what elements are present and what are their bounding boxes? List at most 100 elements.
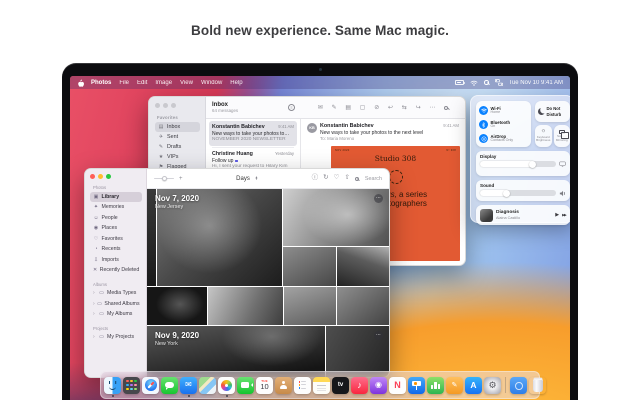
view-mode-label[interactable]: Days (236, 176, 250, 182)
menubar-item-file[interactable]: File (119, 80, 129, 86)
mail-sidebar-item-drafts[interactable]: ✎Drafts (155, 142, 200, 152)
photos-sidebar-item-my-projects[interactable]: ›▭My Projects (90, 332, 142, 343)
photos-sidebar-item-media-types[interactable]: ›▭Media Types (90, 288, 142, 299)
app-store-dock-icon[interactable]: A (465, 377, 482, 394)
fast-forward-icon[interactable]: ▶▶ (562, 213, 566, 217)
system-preferences-dock-icon[interactable]: ⚙ (484, 377, 501, 394)
share-icon[interactable]: ⇧ (344, 175, 349, 182)
photos-sidebar-item-places[interactable]: ◉Places (90, 223, 142, 234)
archive-icon[interactable]: ▤ (345, 105, 351, 111)
wifi-menu-icon[interactable] (470, 80, 478, 86)
music-module[interactable]: Diagnosis Alaina Castillo ▶ ▶▶ (476, 205, 570, 225)
filter-icon[interactable]: ≡ (288, 104, 295, 111)
reply-icon[interactable]: ↩ (388, 105, 393, 111)
photos-sidebar-item-people[interactable]: ☺People (90, 213, 142, 224)
menubar-item-window[interactable]: Window (201, 80, 222, 86)
more-options-icon[interactable]: ⋯ (374, 331, 383, 340)
photo-thumbnail[interactable] (337, 247, 389, 286)
photos-window[interactable]: Photos▣Library✦Memories☺People◉Places♡Fa… (84, 168, 390, 378)
search-icon[interactable] (355, 177, 359, 181)
chevron-right-icon[interactable]: › (93, 301, 95, 307)
mail-sidebar-item-vips[interactable]: ★VIPs (155, 152, 200, 162)
notes-dock-icon[interactable] (313, 377, 330, 394)
airdrop-toggle[interactable]: AirDropContacts Only (479, 132, 531, 146)
control-center-icon[interactable] (495, 79, 503, 86)
trash-dock-icon[interactable] (529, 377, 546, 394)
menubar-item-help[interactable]: Help (230, 80, 242, 86)
zoom-in-icon[interactable]: + (179, 176, 183, 182)
pages-dock-icon[interactable]: ✎ (446, 377, 463, 394)
finder-dock-icon[interactable] (104, 377, 121, 394)
delete-icon[interactable]: ▢ (360, 105, 366, 111)
menubar-item-photos[interactable]: Photos (91, 80, 111, 86)
mail-sidebar-item-sent[interactable]: ✈Sent (155, 132, 200, 142)
keyboard-brightness-button[interactable]: ☼ Keyboard Brightness (535, 125, 552, 147)
screen-mirroring-button[interactable]: Screen Mirroring (554, 125, 571, 147)
junk-icon[interactable]: ⊘ (374, 105, 379, 111)
display-brightness-slider[interactable] (480, 161, 556, 167)
more-icon[interactable]: ⋯ (429, 105, 435, 111)
menu-clock[interactable]: Tue Nov 10 9:41 AM (509, 80, 563, 86)
view-stepper[interactable]: ▲▼ (255, 177, 258, 181)
numbers-dock-icon[interactable] (427, 377, 444, 394)
photos-sidebar-item-shared-albums[interactable]: ›▭Shared Albums (90, 299, 142, 310)
search-label[interactable]: Search (365, 176, 382, 182)
photos-dock-icon[interactable] (218, 377, 235, 394)
maps-dock-icon[interactable] (199, 377, 216, 394)
compose-icon[interactable]: ✎ (332, 105, 337, 111)
reminders-dock-icon[interactable] (294, 377, 311, 394)
more-options-icon[interactable]: ⋯ (374, 194, 383, 203)
launchpad-dock-icon[interactable] (123, 377, 140, 394)
mail-dock-icon[interactable]: ✉ (180, 377, 197, 394)
photo-thumbnail[interactable] (147, 287, 207, 325)
calendar-dock-icon[interactable]: TUE10 (256, 377, 273, 394)
messages-dock-icon[interactable] (161, 377, 178, 394)
reply-all-icon[interactable]: ⇆ (402, 105, 407, 111)
tv-dock-icon[interactable]: tv (332, 377, 349, 394)
photos-sidebar-item-recently-deleted[interactable]: ✕Recently Deleted (90, 265, 142, 276)
photo-thumbnail[interactable] (284, 287, 336, 325)
music-dock-icon[interactable]: ♪ (351, 377, 368, 394)
mail-sidebar-item-inbox[interactable]: ▤Inbox (155, 122, 200, 132)
contacts-dock-icon[interactable] (275, 377, 292, 394)
volume-slider[interactable] (480, 190, 556, 196)
photos-sidebar-item-memories[interactable]: ✦Memories (90, 202, 142, 213)
photos-sidebar-item-favorites[interactable]: ♡Favorites (90, 234, 142, 245)
photos-sidebar-item-library[interactable]: ▣Library (90, 192, 142, 203)
rotate-icon[interactable]: ↻ (323, 175, 328, 182)
forward-icon[interactable]: ↪ (416, 105, 421, 111)
menubar-item-edit[interactable]: Edit (137, 80, 147, 86)
chevron-right-icon[interactable]: › (93, 311, 96, 317)
info-icon[interactable]: ⓘ (312, 175, 319, 182)
news-dock-icon[interactable]: N (389, 377, 406, 394)
bluetooth-toggle[interactable]: BluetoothOn (479, 118, 531, 132)
photos-window-controls[interactable] (90, 174, 146, 179)
apple-menu-icon[interactable] (77, 79, 84, 87)
downloads-dock-icon[interactable] (510, 377, 527, 394)
spotlight-icon[interactable] (484, 80, 489, 85)
message-list-item[interactable]: Konstantin Babichev9:41 AMNew ways to ta… (209, 121, 297, 146)
facetime-dock-icon[interactable] (237, 377, 254, 394)
safari-dock-icon[interactable] (142, 377, 159, 394)
favorite-icon[interactable]: ♡ (334, 175, 340, 182)
menubar-item-image[interactable]: Image (155, 80, 172, 86)
zoom-slider[interactable] (154, 178, 174, 180)
menubar-item-view[interactable]: View (180, 80, 193, 86)
new-message-icon[interactable]: ✉ (318, 105, 323, 111)
chevron-right-icon[interactable]: › (93, 290, 96, 296)
wifi-toggle[interactable]: Wi-FiHome (479, 104, 531, 118)
photo-thumbnail[interactable] (337, 287, 389, 325)
photos-sidebar-item-recents[interactable]: ◔Recents (90, 244, 142, 255)
keynote-dock-icon[interactable] (408, 377, 425, 394)
play-icon[interactable]: ▶ (555, 212, 559, 218)
mail-window-controls[interactable] (155, 103, 205, 108)
photos-sidebar-item-my-albums[interactable]: ›▭My Albums (90, 309, 142, 320)
photo-thumbnail[interactable] (283, 247, 336, 286)
photos-sidebar-item-imports[interactable]: ⇩Imports (90, 255, 142, 266)
do-not-disturb-toggle[interactable]: Do Not Disturb (535, 101, 570, 122)
podcasts-dock-icon[interactable]: ◉ (370, 377, 387, 394)
battery-icon[interactable] (455, 80, 464, 85)
search-icon[interactable] (444, 106, 448, 110)
photo-thumbnail[interactable] (208, 287, 283, 325)
chevron-right-icon[interactable]: › (93, 334, 96, 340)
